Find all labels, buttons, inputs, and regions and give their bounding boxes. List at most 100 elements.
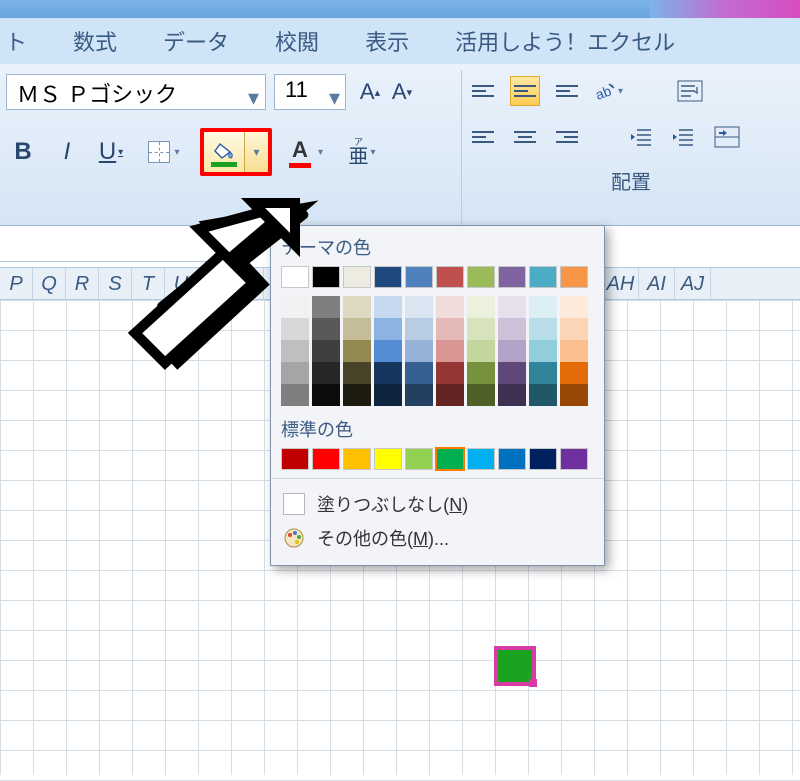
color-swatch[interactable]: [405, 340, 433, 362]
color-swatch[interactable]: [529, 362, 557, 384]
bold-button[interactable]: B: [6, 135, 40, 169]
color-swatch[interactable]: [467, 362, 495, 384]
wrap-text-button[interactable]: [674, 74, 706, 108]
color-swatch[interactable]: [374, 448, 402, 470]
color-swatch[interactable]: [436, 296, 464, 318]
color-swatch[interactable]: [467, 340, 495, 362]
fill-color-dropdown[interactable]: ▾: [244, 132, 268, 172]
color-swatch[interactable]: [529, 448, 557, 470]
color-swatch[interactable]: [343, 362, 371, 384]
color-swatch[interactable]: [281, 448, 309, 470]
font-size-value: 11: [285, 77, 308, 102]
tab-tips[interactable]: 活用しよう！エクセル: [455, 25, 675, 57]
color-swatch[interactable]: [343, 296, 371, 318]
tab-partial[interactable]: ト: [5, 25, 27, 57]
color-swatch[interactable]: [560, 362, 588, 384]
color-swatch[interactable]: [560, 266, 588, 288]
color-swatch[interactable]: [498, 266, 526, 288]
color-swatch[interactable]: [467, 318, 495, 340]
color-swatch[interactable]: [498, 340, 526, 362]
selected-cell[interactable]: [494, 646, 536, 686]
column-header[interactable]: AH: [603, 268, 639, 299]
increase-indent-button[interactable]: [668, 122, 698, 152]
color-swatch[interactable]: [498, 362, 526, 384]
align-left-button[interactable]: [468, 122, 498, 152]
italic-button[interactable]: I: [50, 135, 84, 169]
merge-cells-button[interactable]: [710, 120, 744, 154]
fill-color-button[interactable]: ▾: [200, 128, 272, 176]
align-middle-button[interactable]: [510, 76, 540, 106]
color-swatch[interactable]: [374, 266, 402, 288]
column-header[interactable]: Q: [33, 268, 66, 299]
no-fill-item[interactable]: 塗りつぶしなし(N): [281, 487, 594, 521]
color-swatch[interactable]: [405, 362, 433, 384]
shrink-font-button[interactable]: A▾: [386, 75, 418, 109]
borders-button[interactable]: ▾: [138, 135, 190, 169]
color-swatch[interactable]: [405, 296, 433, 318]
align-bottom-button[interactable]: [552, 76, 582, 106]
color-swatch[interactable]: [343, 318, 371, 340]
decrease-indent-button[interactable]: [626, 122, 656, 152]
color-swatch[interactable]: [498, 318, 526, 340]
fill-color-main[interactable]: [204, 138, 244, 167]
tab-formulas[interactable]: 数式: [73, 25, 117, 57]
color-swatch[interactable]: [343, 448, 371, 470]
color-swatch[interactable]: [529, 296, 557, 318]
color-swatch[interactable]: [436, 340, 464, 362]
phonetic-button[interactable]: ア 亜 ▾: [342, 135, 382, 169]
color-swatch[interactable]: [529, 340, 557, 362]
chevron-down-icon: ▾: [370, 147, 375, 158]
color-swatch[interactable]: [343, 266, 371, 288]
color-swatch[interactable]: [529, 318, 557, 340]
color-swatch[interactable]: [436, 362, 464, 384]
color-swatch[interactable]: [560, 448, 588, 470]
color-swatch[interactable]: [498, 296, 526, 318]
color-swatch[interactable]: [436, 318, 464, 340]
tab-review[interactable]: 校閲: [275, 25, 319, 57]
font-name-select[interactable]: ＭＳ Ｐゴシック ▾: [6, 74, 266, 110]
color-swatch[interactable]: [374, 318, 402, 340]
color-swatch[interactable]: [405, 384, 433, 406]
color-swatch[interactable]: [498, 448, 526, 470]
color-swatch[interactable]: [467, 266, 495, 288]
color-swatch[interactable]: [343, 384, 371, 406]
standard-colors-label: 標準の色: [281, 416, 594, 442]
tab-data[interactable]: データ: [163, 25, 229, 57]
more-colors-item[interactable]: その他の色(M)...: [281, 521, 594, 555]
color-swatch[interactable]: [498, 384, 526, 406]
font-color-button[interactable]: A ▾: [282, 135, 332, 169]
tab-view[interactable]: 表示: [365, 25, 409, 57]
color-swatch[interactable]: [436, 266, 464, 288]
color-swatch[interactable]: [343, 340, 371, 362]
color-swatch[interactable]: [405, 318, 433, 340]
color-swatch[interactable]: [405, 448, 433, 470]
underline-button[interactable]: U▾: [94, 135, 128, 169]
column-header[interactable]: AI: [639, 268, 675, 299]
align-right-button[interactable]: [552, 122, 582, 152]
color-swatch[interactable]: [405, 266, 433, 288]
grow-font-button[interactable]: A▴: [354, 75, 386, 109]
color-swatch[interactable]: [374, 296, 402, 318]
column-header[interactable]: AJ: [675, 268, 711, 299]
color-swatch[interactable]: [374, 340, 402, 362]
column-header[interactable]: R: [66, 268, 99, 299]
color-swatch[interactable]: [312, 448, 340, 470]
color-swatch[interactable]: [467, 448, 495, 470]
color-swatch[interactable]: [436, 448, 464, 470]
color-swatch[interactable]: [374, 384, 402, 406]
color-swatch[interactable]: [436, 384, 464, 406]
orientation-button[interactable]: ab ▾: [594, 80, 630, 102]
color-swatch[interactable]: [529, 266, 557, 288]
color-swatch[interactable]: [560, 296, 588, 318]
color-swatch[interactable]: [374, 362, 402, 384]
color-swatch[interactable]: [467, 384, 495, 406]
column-header[interactable]: P: [0, 268, 33, 299]
align-top-button[interactable]: [468, 76, 498, 106]
color-swatch[interactable]: [467, 296, 495, 318]
align-center-button[interactable]: [510, 122, 540, 152]
color-swatch[interactable]: [560, 318, 588, 340]
color-swatch[interactable]: [560, 340, 588, 362]
font-size-select[interactable]: 11 ▾: [274, 74, 346, 110]
color-swatch[interactable]: [529, 384, 557, 406]
color-swatch[interactable]: [560, 384, 588, 406]
